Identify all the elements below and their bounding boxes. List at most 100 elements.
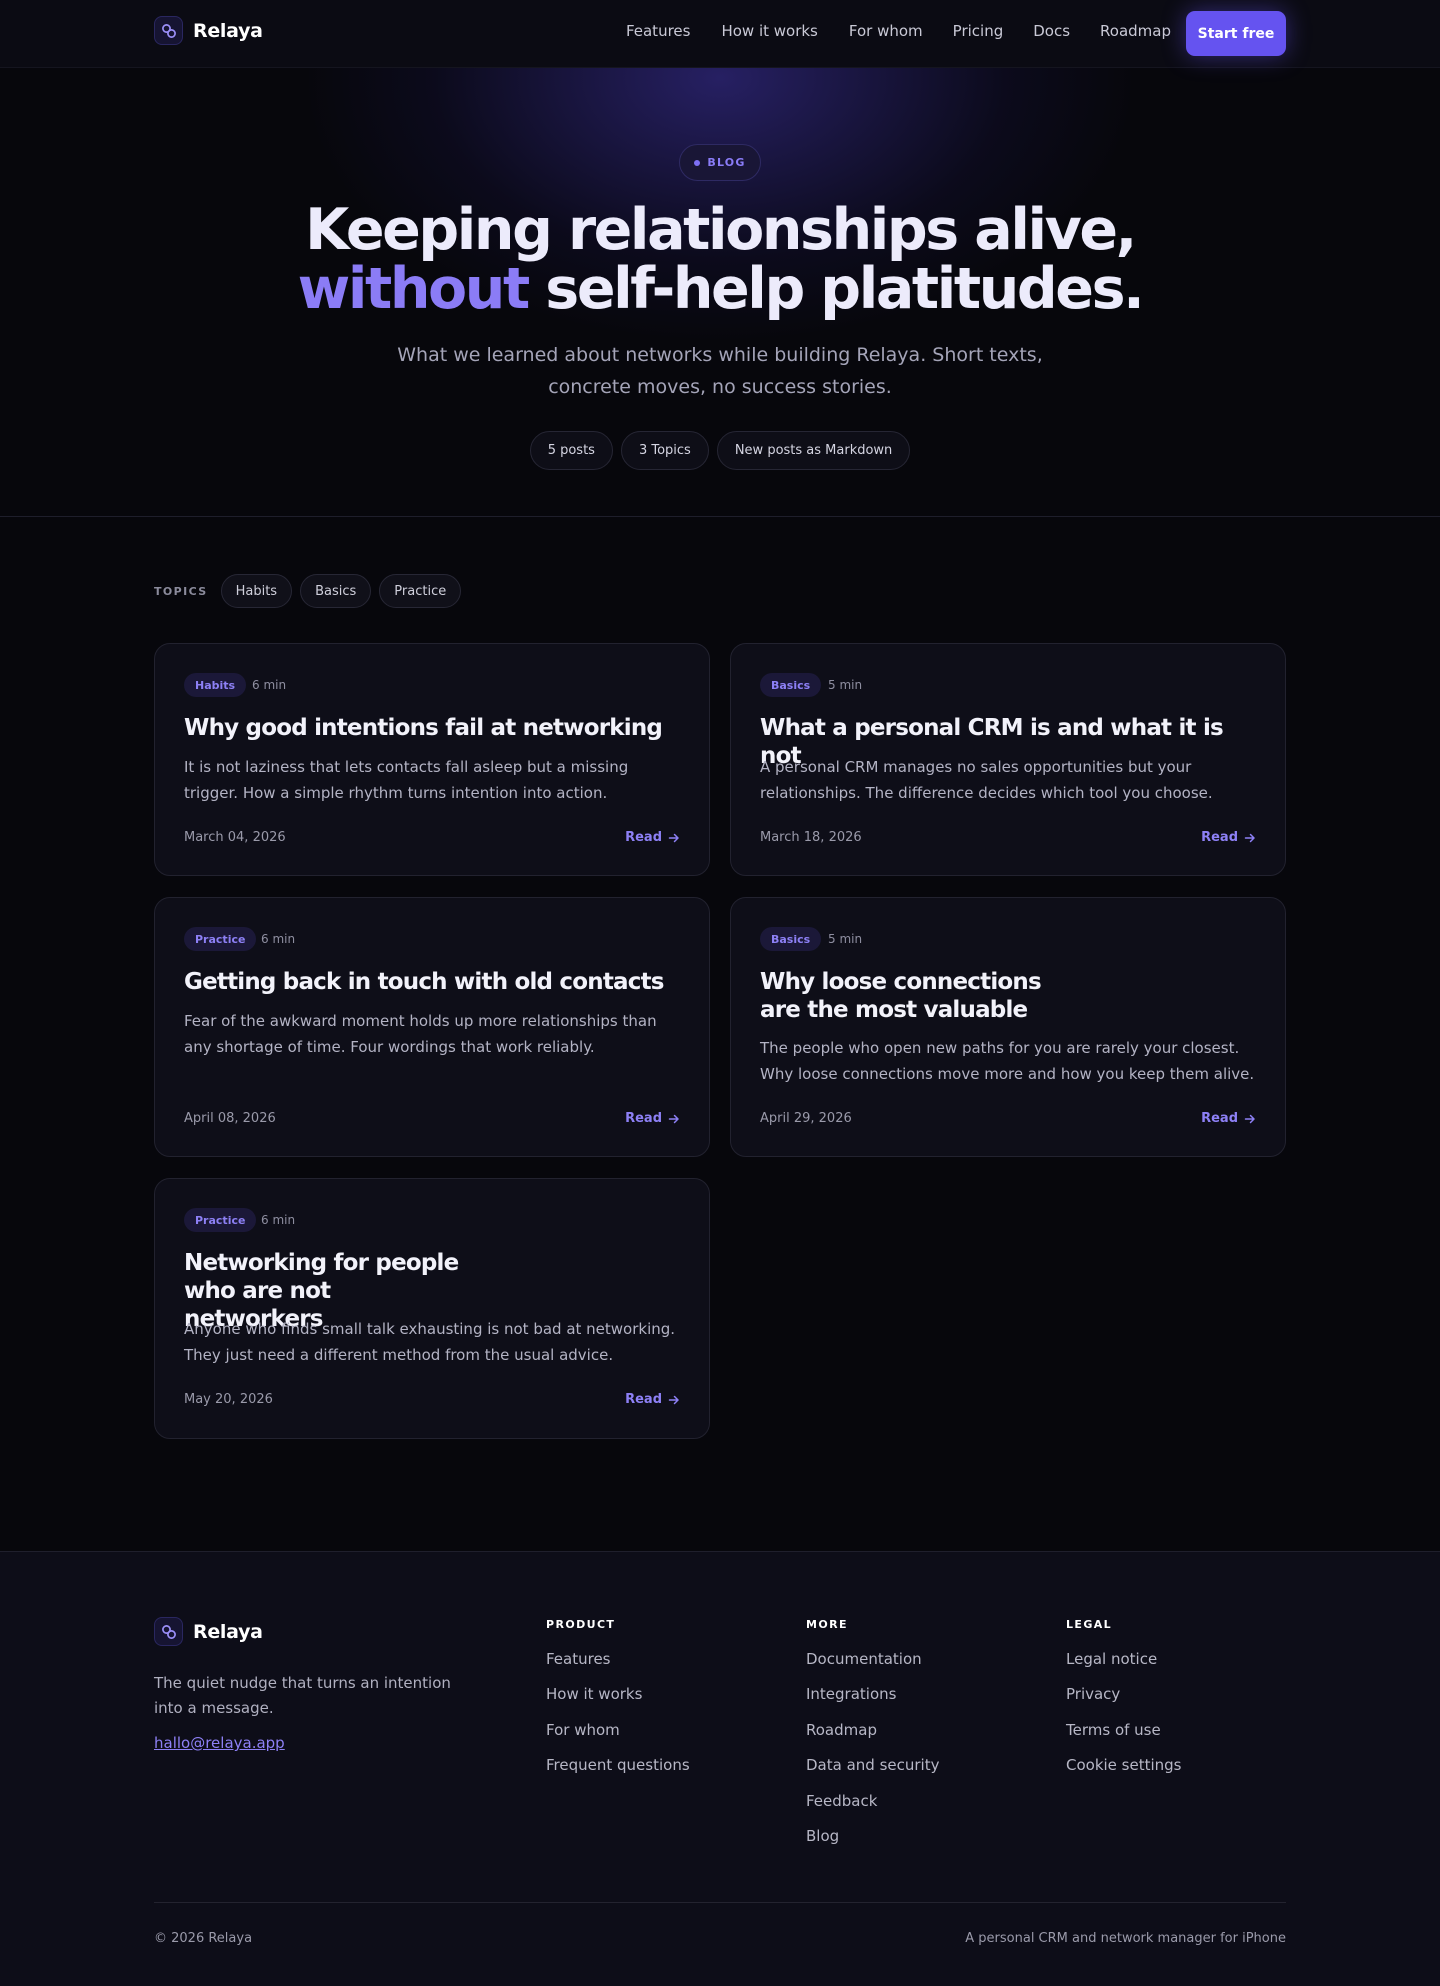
- post-card[interactable]: Basics 5 min What a personal CRM is and …: [730, 643, 1286, 876]
- hero-subtitle-line-2: concrete moves, no success stories.: [548, 376, 892, 398]
- post-card[interactable]: Practice 6 min Getting back in touch wit…: [154, 897, 710, 1157]
- post-card[interactable]: Habits 6 min Why good intentions fail at…: [154, 643, 710, 876]
- hero-title-line-2: without self-help platitudes.: [0, 259, 1440, 319]
- footer-column-more: MORE Documentation Integrations Roadmap …: [806, 1618, 939, 1862]
- footer-column-heading: PRODUCT: [546, 1618, 616, 1631]
- post-tag: Basics: [760, 927, 822, 951]
- stat-markdown: New posts as Markdown: [716, 431, 911, 470]
- nav-link-for-whom[interactable]: For whom: [849, 22, 923, 40]
- footer-link-faq[interactable]: Frequent questions: [546, 1756, 690, 1791]
- post-date: May 20, 2026: [184, 1392, 273, 1407]
- footer: Relaya The quiet nudge that turns an int…: [0, 1551, 1440, 1986]
- post-date: March 04, 2026: [184, 830, 286, 845]
- post-tag: Practice: [184, 1208, 257, 1232]
- relaya-logo-icon: [154, 16, 183, 45]
- nav-link-docs[interactable]: Docs: [1033, 22, 1070, 40]
- footer-brand[interactable]: Relaya: [154, 1617, 263, 1646]
- topics-filter: TOPICS Habits Basics Practice: [154, 574, 469, 608]
- post-title[interactable]: Getting back in touch with old contacts: [184, 968, 684, 996]
- topic-chip-practice[interactable]: Practice: [379, 574, 462, 608]
- post-excerpt: A personal CRM manages no sales opportun…: [760, 758, 1213, 802]
- nav-link-roadmap[interactable]: Roadmap: [1100, 22, 1171, 40]
- footer-link-data-security[interactable]: Data and security: [806, 1756, 939, 1791]
- footer-link-integrations[interactable]: Integrations: [806, 1685, 939, 1720]
- relaya-logo-icon: [154, 1617, 183, 1646]
- arrow-right-icon: [1244, 833, 1255, 842]
- read-link[interactable]: Read: [625, 1111, 680, 1126]
- footer-link-features[interactable]: Features: [546, 1650, 690, 1685]
- read-label: Read: [625, 830, 662, 845]
- read-label: Read: [1201, 1111, 1238, 1126]
- hero-title-accent: without: [297, 256, 531, 322]
- brand-name: Relaya: [193, 19, 263, 42]
- hero-subtitle-line-1: What we learned about networks while bui…: [397, 344, 1043, 366]
- hero-stats: 5 posts 3 Topics New posts as Markdown: [0, 431, 1440, 470]
- footer-column-product: PRODUCT Features How it works For whom F…: [546, 1618, 690, 1792]
- blog-badge-label: BLOG: [707, 156, 746, 169]
- post-tag: Habits: [184, 673, 247, 697]
- copyright: © 2026 Relaya: [154, 1931, 253, 1946]
- read-link[interactable]: Read: [1201, 1111, 1256, 1126]
- start-free-button[interactable]: Start free: [1186, 11, 1286, 56]
- footer-brand-name: Relaya: [193, 1620, 263, 1643]
- nav-links: Features How it works For whom Pricing D…: [626, 22, 1171, 40]
- arrow-right-icon: [668, 1114, 679, 1123]
- topics-label: TOPICS: [154, 584, 208, 598]
- read-link[interactable]: Read: [1201, 830, 1256, 845]
- top-nav: Relaya Features How it works For whom Pr…: [0, 0, 1440, 68]
- blog-badge: BLOG: [679, 144, 761, 181]
- footer-link-how-it-works[interactable]: How it works: [546, 1685, 690, 1720]
- footer-link-privacy[interactable]: Privacy: [1066, 1685, 1182, 1720]
- nav-link-features[interactable]: Features: [626, 22, 691, 40]
- read-label: Read: [625, 1111, 662, 1126]
- nav-link-pricing[interactable]: Pricing: [953, 22, 1004, 40]
- topic-chip-habits[interactable]: Habits: [220, 574, 293, 608]
- nav-link-how-it-works[interactable]: How it works: [721, 22, 817, 40]
- post-reading-time: 5 min: [828, 932, 863, 946]
- stat-topics: 3 Topics: [620, 431, 709, 470]
- post-excerpt: It is not laziness that lets contacts fa…: [184, 758, 629, 802]
- footer-email-link[interactable]: hallo@relaya.app: [154, 1734, 285, 1752]
- footer-link-roadmap[interactable]: Roadmap: [806, 1721, 939, 1756]
- stat-posts: 5 posts: [529, 431, 613, 470]
- footer-link-for-whom[interactable]: For whom: [546, 1721, 690, 1756]
- post-excerpt: Fear of the awkward moment holds up more…: [184, 1012, 657, 1056]
- hero-title-rest: self-help platitudes.: [527, 256, 1144, 322]
- post-card[interactable]: Basics 5 min Why loose connections are t…: [730, 897, 1286, 1157]
- post-tag: Basics: [760, 673, 822, 697]
- post-title[interactable]: Why good intentions fail at networking: [184, 714, 684, 742]
- footer-link-terms[interactable]: Terms of use: [1066, 1721, 1182, 1756]
- footer-column-heading: MORE: [806, 1618, 848, 1631]
- footer-link-cookie-settings[interactable]: Cookie settings: [1066, 1756, 1182, 1791]
- footer-link-blog[interactable]: Blog: [806, 1827, 939, 1862]
- post-excerpt: The people who open new paths for you ar…: [760, 1039, 1255, 1083]
- post-date: March 18, 2026: [760, 830, 862, 845]
- post-tag: Practice: [184, 927, 257, 951]
- read-label: Read: [1201, 830, 1238, 845]
- arrow-right-icon: [668, 833, 679, 842]
- post-reading-time: 6 min: [261, 932, 296, 946]
- hero-title-line-1: Keeping relationships alive,: [305, 197, 1137, 263]
- post-title[interactable]: Why loose connections are the most valua…: [760, 968, 1050, 1024]
- read-link[interactable]: Read: [625, 830, 680, 845]
- brand[interactable]: Relaya: [154, 16, 263, 45]
- footer-column-heading: LEGAL: [1066, 1618, 1113, 1631]
- hero: BLOG Keeping relationships alive, withou…: [0, 68, 1440, 517]
- footer-divider: [154, 1902, 1286, 1903]
- post-card[interactable]: Practice 6 min Networking for people who…: [154, 1178, 710, 1439]
- post-date: April 29, 2026: [760, 1111, 852, 1126]
- arrow-right-icon: [1244, 1114, 1255, 1123]
- read-label: Read: [625, 1392, 662, 1407]
- footer-tagline: The quiet nudge that turns an intention …: [154, 1674, 451, 1717]
- arrow-right-icon: [668, 1395, 679, 1404]
- footer-link-legal-notice[interactable]: Legal notice: [1066, 1650, 1182, 1685]
- footer-link-documentation[interactable]: Documentation: [806, 1650, 939, 1685]
- topic-chip-basics[interactable]: Basics: [300, 574, 372, 608]
- post-reading-time: 5 min: [828, 678, 863, 692]
- post-date: April 08, 2026: [184, 1111, 276, 1126]
- post-reading-time: 6 min: [261, 1213, 296, 1227]
- footer-link-feedback[interactable]: Feedback: [806, 1792, 939, 1827]
- post-excerpt: Anyone who finds small talk exhausting i…: [184, 1320, 676, 1364]
- footer-bottom-tagline: A personal CRM and network manager for i…: [965, 1931, 1286, 1946]
- read-link[interactable]: Read: [625, 1392, 680, 1407]
